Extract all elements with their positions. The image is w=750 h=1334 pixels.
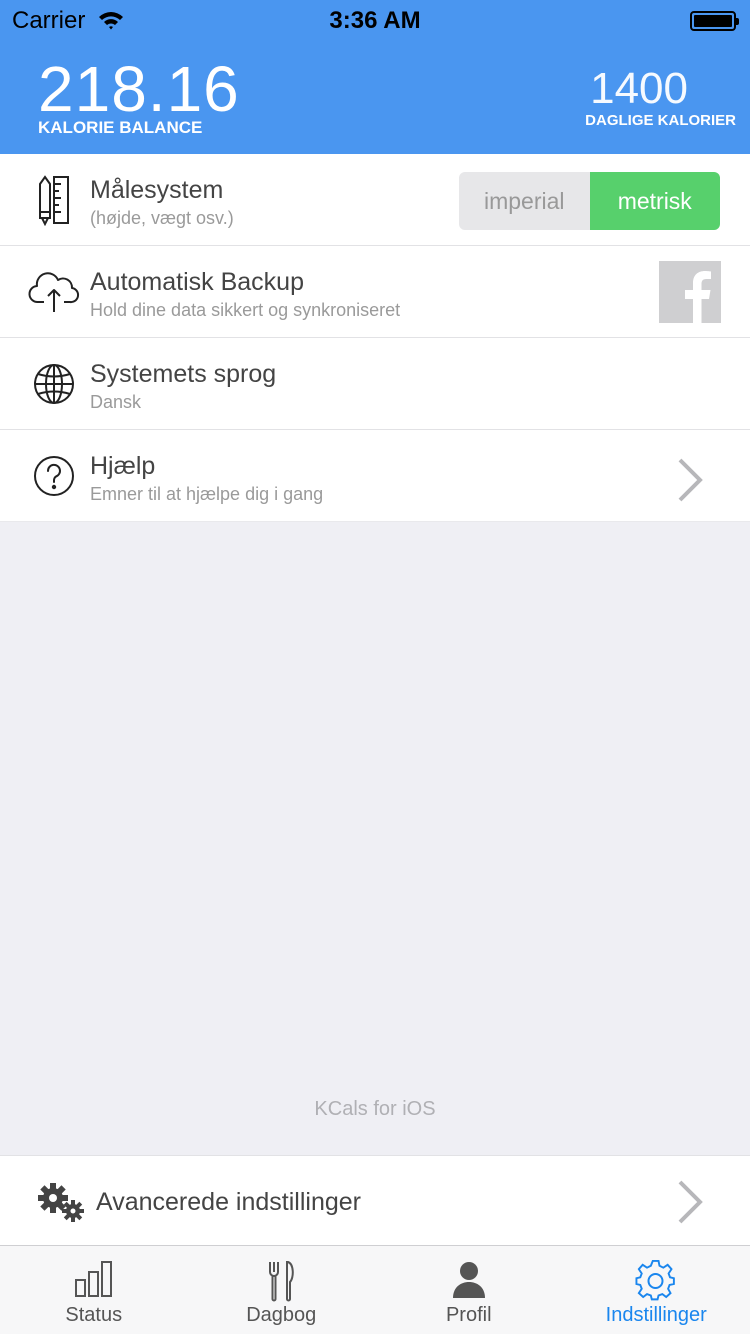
chevron-right-icon [672,456,708,504]
tab-indstillinger[interactable]: Indstillinger [563,1246,750,1334]
tab-dagbog-label: Dagbog [246,1304,317,1326]
auto-backup-subtitle: Hold dine data sikkert og synkroniseret [90,300,401,320]
fork-knife-icon [269,1261,294,1302]
status-bar: Carrier 3:36 AM [0,0,750,40]
ruler-pencil-icon [28,174,80,227]
bar-chart-icon [74,1261,112,1297]
question-circle-icon [28,450,80,502]
unit-segmented-control: imperial metrisk [459,172,720,230]
gear-icon [635,1260,676,1301]
cloud-upload-icon [28,266,80,318]
tab-profil-label: Profil [445,1304,492,1326]
tab-status[interactable]: Status [0,1246,188,1334]
metric-option[interactable]: metrisk [589,172,720,230]
tab-bar: Status Dagbog Profil Indstillinger [0,1245,750,1334]
battery-icon [690,11,739,31]
tab-dagbog[interactable]: Dagbog [188,1246,376,1334]
tab-profil[interactable]: Profil [375,1246,563,1334]
facebook-icon[interactable] [659,261,721,323]
help-row[interactable]: Hjælp Emner til at hjælpe dig i gang [0,430,750,522]
status-time: 3:36 AM [329,7,421,34]
calorie-balance-label: KALORIE BALANCE [38,118,203,137]
daily-calories-label: DAGLIGE KALORIER [585,112,736,129]
chevron-right-icon [672,1178,708,1226]
settings-list: Målesystem (højde, vægt osv.) imperial m… [0,154,750,522]
calorie-balance-value: 218.16 [38,53,240,125]
daily-calories-value: 1400 [590,64,688,113]
system-language-title: Systemets sprog [90,360,277,388]
tab-status-label: Status [65,1304,123,1326]
help-title: Hjælp [90,452,156,480]
advanced-settings-row[interactable]: Avancerede indstillinger [0,1155,750,1245]
system-language-value: Dansk [90,392,142,412]
calorie-header: Carrier 3:36 AM 218.16 KALORIE BALANCE 1… [0,0,750,154]
globe-icon [28,358,80,410]
app-version-text: KCals for iOS [314,1098,436,1120]
person-icon [452,1262,485,1298]
measurement-system-title: Målesystem [90,176,224,204]
auto-backup-row[interactable]: Automatisk Backup Hold dine data sikkert… [0,246,750,338]
imperial-option[interactable]: imperial [459,172,590,230]
help-subtitle: Emner til at hjælpe dig i gang [90,484,324,504]
tab-indstillinger-label: Indstillinger [605,1304,707,1326]
measurement-system-row: Målesystem (højde, vægt osv.) imperial m… [0,154,750,246]
system-language-row[interactable]: Systemets sprog Dansk [0,338,750,430]
gears-icon [36,1181,86,1223]
advanced-settings-label: Avancerede indstillinger [96,1188,361,1216]
auto-backup-title: Automatisk Backup [90,268,304,296]
measurement-system-subtitle: (højde, vægt osv.) [90,208,234,228]
